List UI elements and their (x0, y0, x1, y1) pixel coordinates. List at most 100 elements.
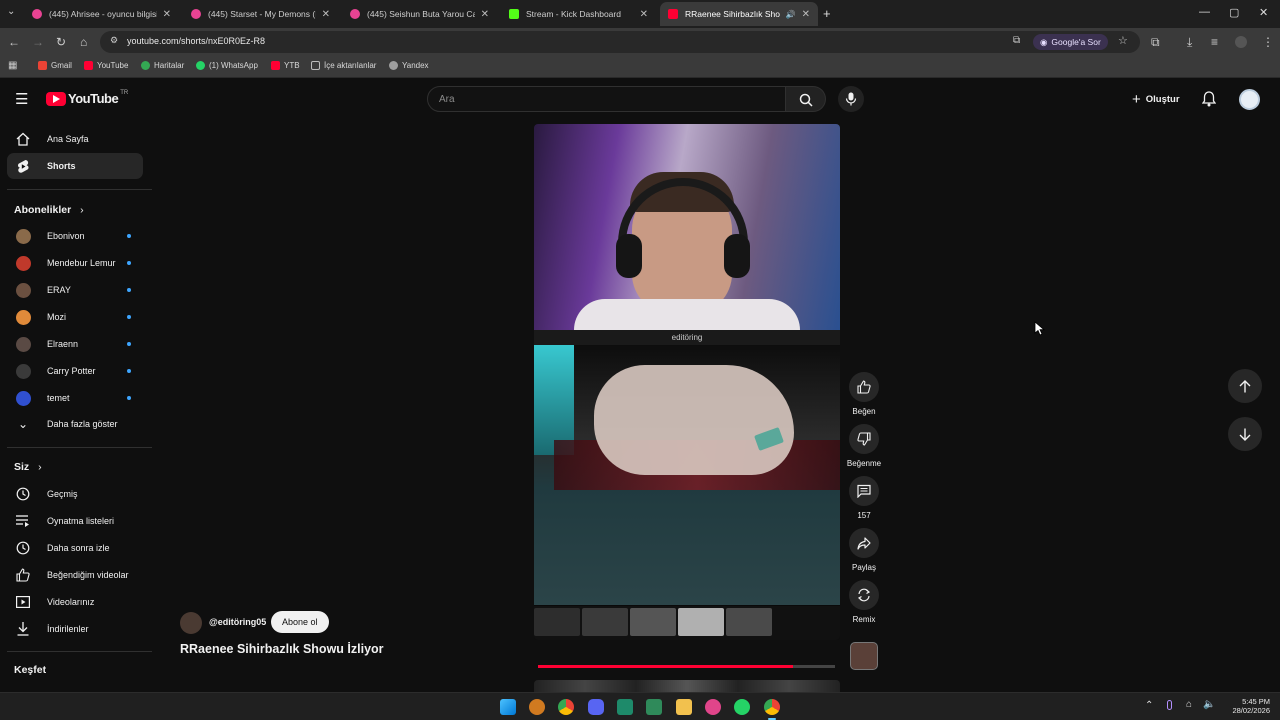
bookmark-item[interactable]: YouTube (84, 61, 128, 70)
next-short-button[interactable] (1228, 417, 1262, 451)
whatsapp-icon[interactable] (734, 699, 750, 715)
app-icon[interactable] (529, 699, 545, 715)
microphone-tray-icon[interactable] (1167, 700, 1172, 710)
install-app-icon[interactable]: ⧉ (1013, 35, 1020, 46)
notifications-bell-icon[interactable] (1201, 91, 1217, 112)
tab-audio-icon[interactable]: 🔊 (786, 10, 796, 19)
volume-icon[interactable]: 🔈 (1203, 699, 1215, 710)
bookmark-item[interactable]: YTB (271, 61, 300, 70)
minimize-icon[interactable]: — (1199, 6, 1210, 18)
back-icon[interactable]: ← (8, 35, 20, 49)
browser-tab[interactable]: (445) Ahrisee - oyuncu bilgisi | o ✕ (24, 2, 179, 26)
bookmark-item[interactable]: Haritalar (141, 61, 184, 70)
share-action[interactable]: Paylaş (846, 528, 882, 572)
browser-tab[interactable]: (445) Starset - My Demons (Nig ✕ (183, 2, 338, 26)
browser-tab-active[interactable]: RRaenee Sihirbazlık Showu 🔊 ✕ (660, 2, 818, 26)
like-button[interactable] (849, 372, 879, 402)
youtube-logo[interactable]: YouTube TR (46, 90, 128, 106)
app-icon[interactable] (646, 699, 662, 715)
subscribe-button[interactable]: Abone ol (271, 611, 329, 633)
sidebar-item-downloads[interactable]: İndirilenler (7, 616, 143, 642)
downloads-browser-icon[interactable]: ⤓ (1187, 35, 1192, 49)
previous-short-button[interactable] (1228, 369, 1262, 403)
bookmark-item[interactable]: (1) WhatsApp (196, 61, 258, 70)
search-button[interactable] (786, 86, 826, 112)
app-icon[interactable] (705, 699, 721, 715)
bookmark-star-icon[interactable]: ☆ (1118, 34, 1128, 47)
chrome-icon[interactable] (558, 699, 574, 715)
channel-handle[interactable]: @editöring05 (209, 617, 266, 627)
sidebar-item-subscription[interactable]: temet (7, 385, 143, 411)
browser-tab[interactable]: (445) Seishun Buta Yarou Cast ✕ (342, 2, 497, 26)
sound-thumbnail[interactable] (850, 642, 878, 670)
discord-icon[interactable] (588, 699, 604, 715)
dislike-action[interactable]: Beğenme (846, 424, 882, 468)
shorts-video-player[interactable]: editöring (534, 124, 840, 640)
sidebar-item-subscription[interactable]: Carry Potter (7, 358, 143, 384)
tray-chevron-icon[interactable]: ⌃ (1145, 700, 1153, 711)
dislike-button[interactable] (849, 424, 879, 454)
comments-action[interactable]: 157 (846, 476, 882, 520)
windows-start-icon[interactable] (500, 699, 516, 715)
sidebar-item-your-videos[interactable]: Videolarınız (7, 589, 143, 615)
bookmark-item[interactable]: İçe aktarılanlar (311, 61, 376, 70)
bookmark-item[interactable]: Yandex (389, 61, 429, 70)
tab-close-icon[interactable]: ✕ (640, 9, 648, 20)
hamburger-menu-icon[interactable]: ☰ (15, 90, 28, 108)
sidebar-item-home[interactable]: Ana Sayfa (7, 126, 143, 152)
browser-tab[interactable]: Stream - Kick Dashboard ✕ (501, 2, 656, 26)
app-icon[interactable] (617, 699, 633, 715)
subscriptions-heading[interactable]: Abonelikler › (14, 204, 84, 216)
sidebar-item-watch-later[interactable]: Daha sonra izle (7, 535, 143, 561)
site-info-icon[interactable]: ⚙ (110, 35, 118, 46)
profile-avatar[interactable] (1235, 36, 1247, 48)
sidebar-item-history[interactable]: Geçmiş (7, 481, 143, 507)
next-short-preview[interactable] (534, 680, 840, 692)
sidebar-item-liked[interactable]: Beğendiğim videolar (7, 562, 143, 588)
like-action[interactable]: Beğen (846, 372, 882, 416)
reload-icon[interactable]: ↻ (56, 35, 66, 49)
extensions-icon[interactable]: ⧉ (1151, 35, 1160, 49)
menu-kebab-icon[interactable]: ⋮ (1262, 35, 1274, 49)
maximize-icon[interactable]: ▢ (1229, 6, 1239, 19)
bookmark-item[interactable]: Gmail (38, 61, 72, 70)
sidebar-item-subscription[interactable]: Mozi (7, 304, 143, 330)
file-explorer-icon[interactable] (676, 699, 692, 715)
home-browser-icon[interactable]: ⌂ (80, 35, 87, 49)
sidebar-item-subscription[interactable]: Mendebur Lemur (7, 250, 143, 276)
share-button[interactable] (849, 528, 879, 558)
tab-close-icon[interactable]: ✕ (802, 9, 810, 20)
sidebar-item-subscription[interactable]: ERAY (7, 277, 143, 303)
remix-action[interactable]: Remix (846, 580, 882, 624)
create-button[interactable]: + Oluştur (1124, 87, 1188, 111)
channel-avatar[interactable] (180, 612, 202, 634)
search-input[interactable]: Ara (427, 86, 786, 112)
chrome-active-icon[interactable] (764, 699, 780, 715)
close-window-icon[interactable]: ✕ (1259, 6, 1268, 19)
new-tab-icon[interactable]: + (823, 6, 831, 21)
sidebar-item-shorts[interactable]: Shorts (7, 153, 143, 179)
tab-close-icon[interactable]: ✕ (322, 9, 330, 20)
tab-search-icon[interactable]: ⌄ (7, 6, 15, 17)
url-text[interactable]: youtube.com/shorts/nxE0R0Ez-R8 (127, 36, 265, 46)
apps-grid-icon[interactable]: ▦ (8, 60, 17, 71)
google-sor-button[interactable]: ◉ Google'a Sor (1033, 34, 1108, 50)
comments-button[interactable] (849, 476, 879, 506)
sidebar-item-playlists[interactable]: Oynatma listeleri (7, 508, 143, 534)
sidebar-item-subscription[interactable]: Elraenn (7, 331, 143, 357)
tab-close-icon[interactable]: ✕ (481, 9, 489, 20)
address-bar[interactable]: ⚙ youtube.com/shorts/nxE0R0Ez-R8 ⧉ ◉ Goo… (100, 31, 1140, 53)
video-progress-bar[interactable] (538, 665, 835, 668)
sidebar-item-show-more[interactable]: ⌄ Daha fazla göster (7, 411, 143, 437)
voice-search-button[interactable] (838, 86, 864, 112)
remix-button[interactable] (849, 580, 879, 610)
system-clock[interactable]: 5:45 PM 28/02/2026 (1222, 697, 1270, 715)
tab-close-icon[interactable]: ✕ (163, 9, 171, 20)
headphone-right-cup (724, 234, 750, 278)
media-control-icon[interactable]: ≡ (1211, 35, 1218, 49)
account-avatar[interactable] (1239, 89, 1260, 110)
forward-icon[interactable]: → (32, 35, 44, 49)
you-heading[interactable]: Siz › (14, 461, 42, 473)
sidebar-item-subscription[interactable]: Ebonivon (7, 223, 143, 249)
network-icon[interactable]: ⌂ (1186, 699, 1192, 710)
